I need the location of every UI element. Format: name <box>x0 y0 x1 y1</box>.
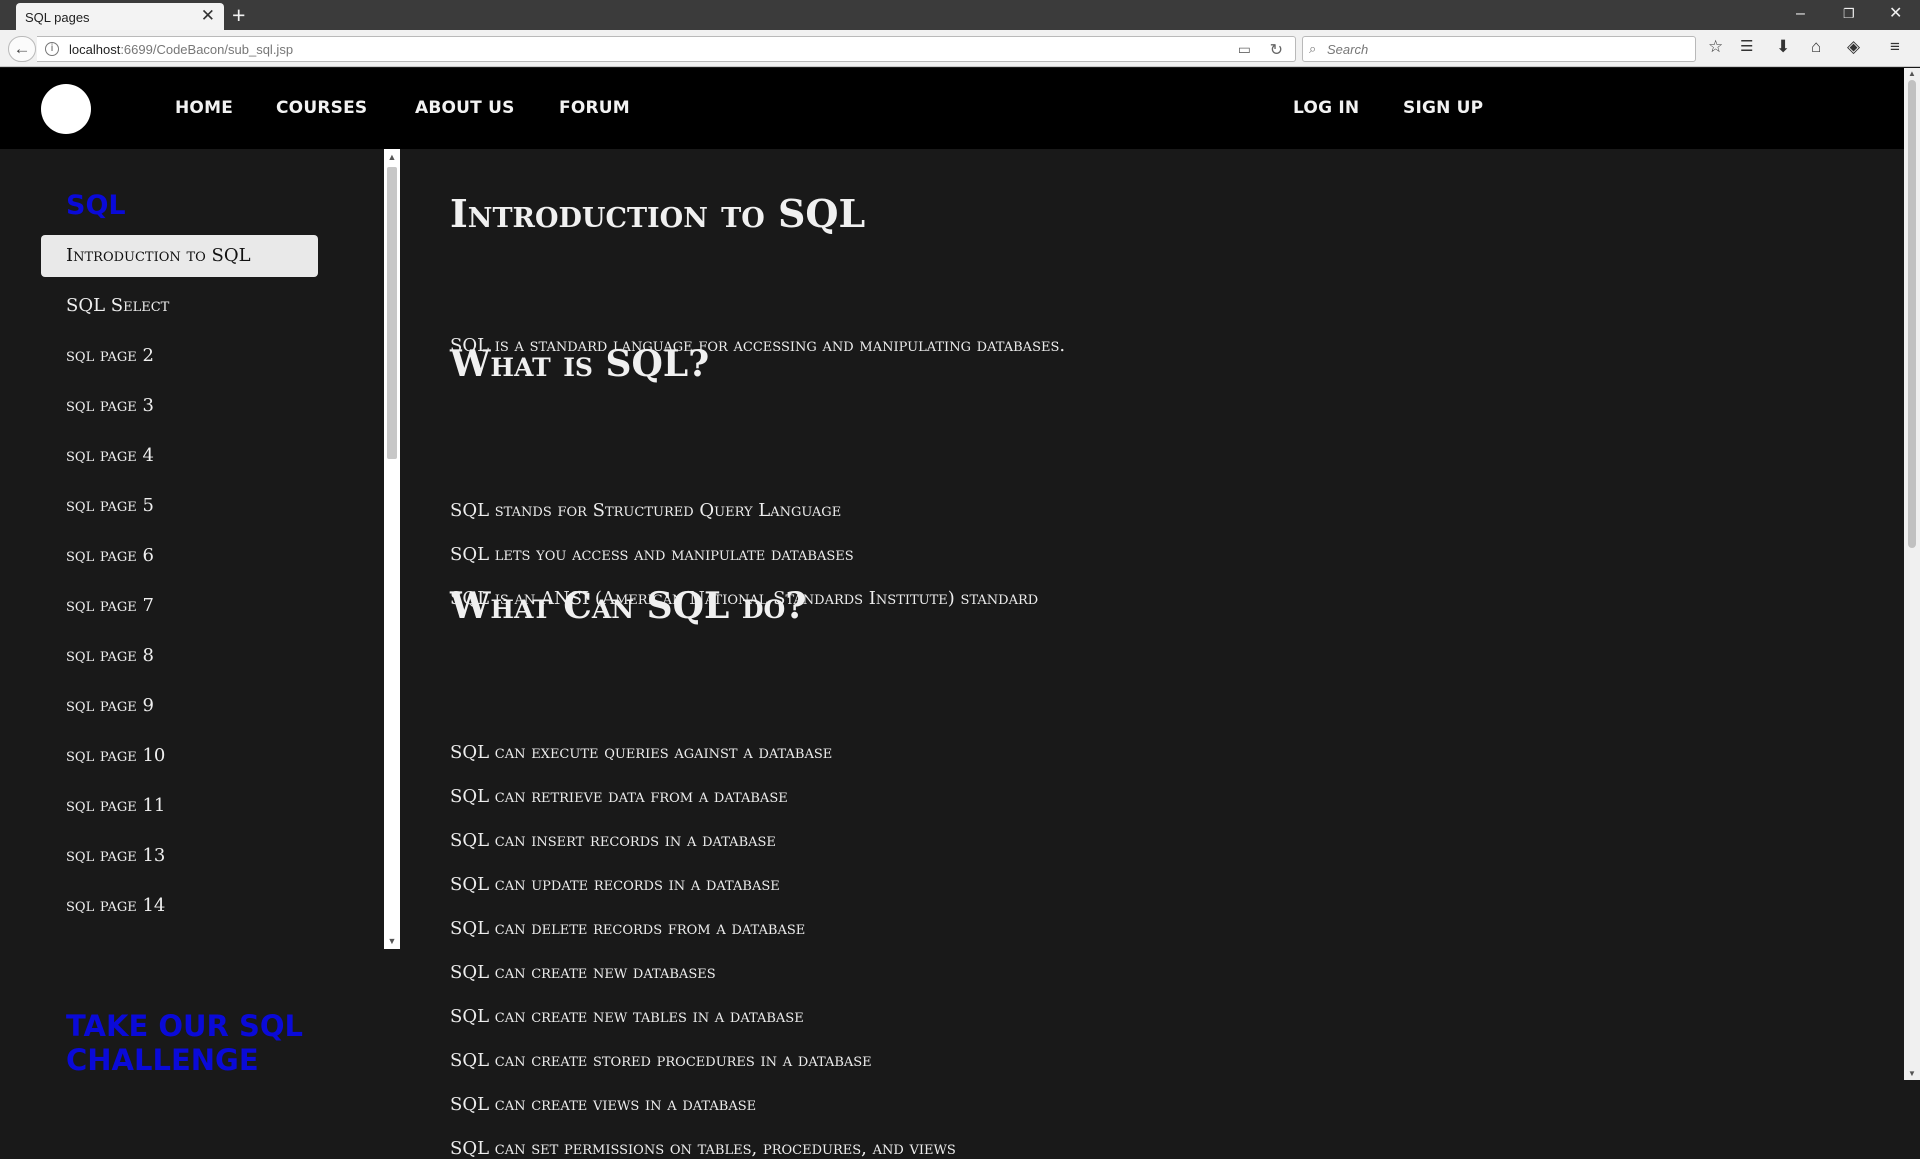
sql-challenge-link[interactable]: TAKE OUR SQL CHALLENGE <box>66 1009 366 1077</box>
reader-view-icon[interactable]: ▭ <box>1238 41 1251 58</box>
sidebar-heading: SQL <box>66 190 126 221</box>
sidebar-item-page-2[interactable]: sql page 2 <box>41 335 318 377</box>
tab-title: SQL pages <box>25 10 90 25</box>
back-arrow-icon: ← <box>13 39 31 58</box>
sidebar: SQL Introduction to SQL SQL Select sql p… <box>0 149 400 1080</box>
search-icon: ⌕ <box>1309 41 1317 56</box>
nav-log-in[interactable]: LOG IN <box>1293 98 1359 118</box>
sidebar-item-page-8[interactable]: sql page 8 <box>41 635 318 677</box>
page-scroll-up-icon[interactable]: ▲ <box>1904 68 1920 80</box>
nav-sign-up[interactable]: SIGN UP <box>1403 98 1483 118</box>
nav-forum[interactable]: FORUM <box>559 98 630 118</box>
web-page: HOME COURSES ABOUT US FORUM LOG IN SIGN … <box>0 68 1904 1159</box>
what-can-sql-do-heading: What Can SQL do? <box>450 585 807 627</box>
search-bar[interactable]: ⌕ Search <box>1302 36 1696 62</box>
nav-about-us[interactable]: ABOUT US <box>415 98 515 118</box>
what-is-sql-heading: What is SQL? <box>450 343 710 385</box>
nav-home[interactable]: HOME <box>175 98 233 118</box>
sidebar-scroll-area[interactable]: SQL Introduction to SQL SQL Select sql p… <box>0 149 400 949</box>
pocket-icon[interactable]: ◈ <box>1847 37 1860 57</box>
site-header: HOME COURSES ABOUT US FORUM LOG IN SIGN … <box>0 68 1904 149</box>
restore-icon[interactable]: ❐ <box>1843 4 1855 24</box>
reload-icon[interactable]: ↻ <box>1270 40 1283 60</box>
can-item: SQL can create views in a database <box>450 1094 757 1115</box>
can-item: SQL can delete records from a database <box>450 918 806 939</box>
url-text: localhost:6699/CodeBacon/sub_sql.jsp <box>69 42 294 57</box>
page-scroll-down-icon[interactable]: ▼ <box>1904 1068 1920 1080</box>
new-tab-icon[interactable]: + <box>232 2 245 28</box>
url-bar[interactable]: i localhost:6699/CodeBacon/sub_sql.jsp ▭… <box>37 36 1296 62</box>
can-item: SQL can execute queries against a databa… <box>450 742 833 763</box>
can-item: SQL can set permissions on tables, proce… <box>450 1138 956 1159</box>
can-item: SQL can update records in a database <box>450 874 780 895</box>
tab-close-icon[interactable]: ✕ <box>201 6 215 26</box>
sidebar-item-page-10[interactable]: sql page 10 <box>41 735 318 777</box>
browser-tab[interactable]: SQL pages ✕ <box>16 3 224 30</box>
sidebar-item-page-7[interactable]: sql page 7 <box>41 585 318 627</box>
sidebar-item-page-3[interactable]: sql page 3 <box>41 385 318 427</box>
sidebar-item-page-5[interactable]: sql page 5 <box>41 485 318 527</box>
main-content: Introduction to SQL SQL is a standard la… <box>450 149 1850 1159</box>
sidebar-item-intro[interactable]: Introduction to SQL <box>41 235 318 277</box>
site-info-icon[interactable]: i <box>45 42 59 56</box>
can-item: SQL can create stored procedures in a da… <box>450 1050 872 1071</box>
can-item: SQL can create new tables in a database <box>450 1006 804 1027</box>
can-item: SQL can retrieve data from a database <box>450 786 788 807</box>
sidebar-item-page-6[interactable]: sql page 6 <box>41 535 318 577</box>
sidebar-item-page-4[interactable]: sql page 4 <box>41 435 318 477</box>
site-logo[interactable] <box>41 84 91 134</box>
sidebar-item-page-11[interactable]: sql page 11 <box>41 785 318 827</box>
scroll-down-arrow-icon[interactable]: ▼ <box>384 933 400 949</box>
sidebar-item-page-13[interactable]: sql page 13 <box>41 835 318 877</box>
can-item: SQL can create new databases <box>450 962 716 983</box>
minimize-icon[interactable]: – <box>1796 4 1805 24</box>
can-item: SQL can insert records in a database <box>450 830 776 851</box>
home-icon[interactable]: ⌂ <box>1811 37 1821 57</box>
sidebar-item-page-9[interactable]: sql page 9 <box>41 685 318 727</box>
what-item: SQL lets you access and manipulate datab… <box>450 544 854 565</box>
window-close-icon[interactable]: ✕ <box>1889 4 1902 24</box>
page-scrollbar[interactable]: ▲ ▼ <box>1904 68 1920 1080</box>
browser-toolbar: ← i localhost:6699/CodeBacon/sub_sql.jsp… <box>0 30 1920 67</box>
search-placeholder: Search <box>1327 42 1369 57</box>
scroll-up-arrow-icon[interactable]: ▲ <box>384 149 400 165</box>
downloads-icon[interactable]: ⬇ <box>1776 37 1790 57</box>
menu-icon[interactable]: ≡ <box>1890 37 1900 57</box>
sidebar-item-select[interactable]: SQL Select <box>41 285 318 327</box>
nav-courses[interactable]: COURSES <box>276 98 367 118</box>
bookmark-star-icon[interactable]: ☆ <box>1708 37 1723 57</box>
sidebar-item-page-14[interactable]: sql page 14 <box>41 885 318 927</box>
what-item: SQL stands for Structured Query Language <box>450 500 842 521</box>
page-scroll-thumb[interactable] <box>1908 80 1916 548</box>
sidebar-scroll-thumb[interactable] <box>387 167 397 459</box>
browser-tab-bar: SQL pages ✕ + – ❐ ✕ <box>0 0 1920 30</box>
back-button[interactable]: ← <box>8 36 36 62</box>
page-title: Introduction to SQL <box>450 191 866 236</box>
sidebar-scrollbar[interactable]: ▲ ▼ <box>384 149 400 949</box>
bookmarks-list-icon[interactable]: ☰ <box>1740 37 1753 57</box>
